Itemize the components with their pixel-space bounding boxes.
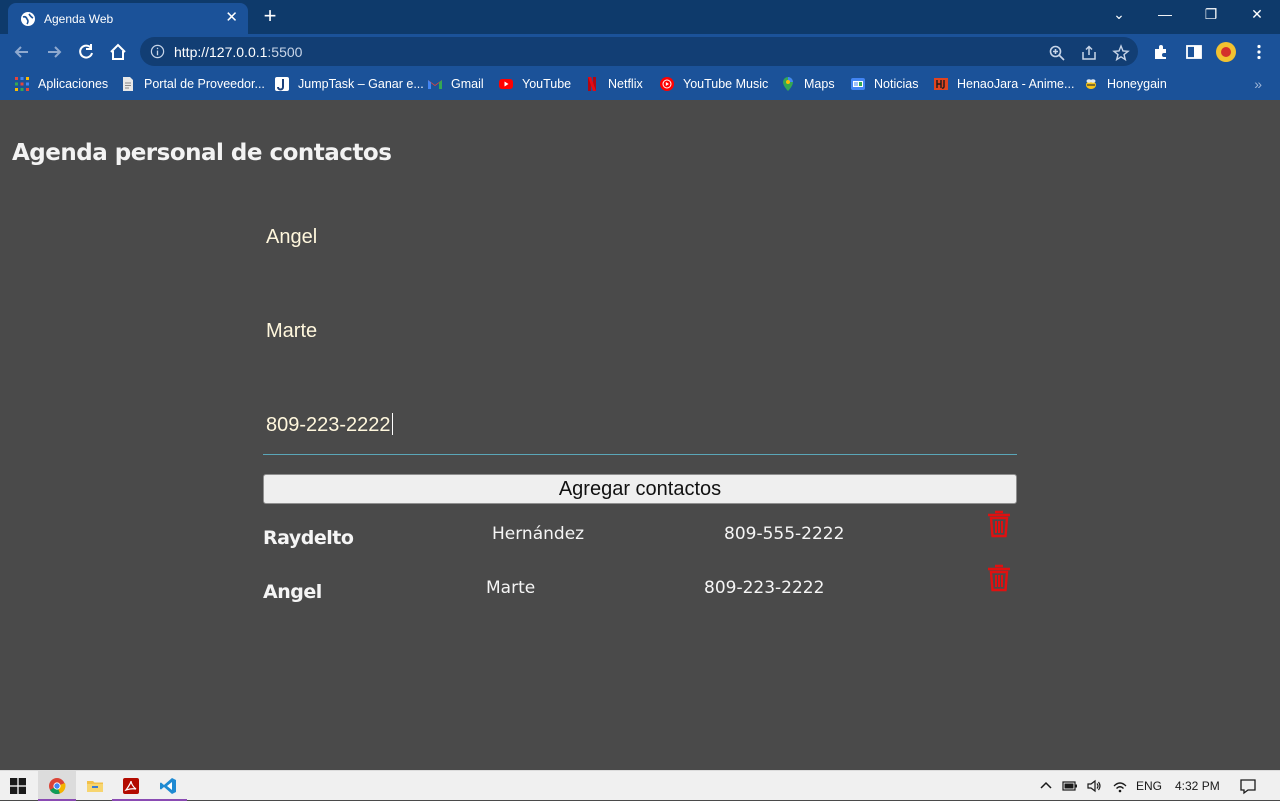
contact-first-name: Raydelto (263, 527, 354, 549)
bookmark-label: Portal de Proveedor... (144, 77, 265, 91)
url-port: :5500 (267, 44, 303, 60)
windows-taskbar: ENG 4:32 PM (0, 770, 1280, 801)
trash-icon[interactable] (986, 563, 1012, 593)
first-name-input[interactable] (263, 220, 1017, 254)
henaojara-icon (934, 78, 948, 90)
netflix-icon (588, 77, 596, 91)
bookmark-label: Maps (804, 77, 835, 91)
bookmark-label: Netflix (608, 77, 643, 91)
chrome-icon (49, 778, 66, 795)
language-indicator[interactable]: ENG (1136, 779, 1162, 793)
home-icon[interactable] (108, 42, 128, 62)
add-contact-button[interactable]: Agregar contactos (263, 474, 1017, 504)
forward-arrow-icon[interactable] (44, 42, 64, 62)
phone-input[interactable]: 809-223-2222 (263, 408, 1017, 442)
apps-grid-icon (15, 77, 29, 91)
taskbar-chrome[interactable] (38, 771, 76, 801)
bookmark-maps[interactable]: Maps (780, 76, 835, 92)
bookmark-noticias[interactable]: Noticias (850, 76, 918, 92)
notifications-icon[interactable] (1239, 777, 1257, 795)
bookmark-henaojara[interactable]: HenaoJara - Anime... (933, 76, 1074, 92)
address-bar[interactable]: http://127.0.0.1:5500 (140, 37, 1138, 66)
acrobat-pdf-icon (123, 778, 139, 794)
contact-last-name: Marte (486, 578, 536, 598)
back-arrow-icon[interactable] (12, 42, 32, 62)
page-content: Agenda personal de contactos 809-223-222… (0, 100, 1280, 770)
bookmark-aplicaciones[interactable]: Aplicaciones (14, 76, 108, 92)
battery-icon[interactable] (1062, 778, 1078, 794)
bookmark-label: Aplicaciones (38, 77, 109, 91)
bookmark-honeygain[interactable]: Honeygain (1083, 76, 1167, 92)
url-host: http://127.0.0.1 (174, 44, 268, 60)
bookmark-portal-proveedor[interactable]: Portal de Proveedor... (120, 76, 265, 92)
honeygain-icon (1086, 79, 1096, 89)
taskbar-acrobat[interactable] (112, 771, 150, 801)
contact-phone: 809-555-2222 (724, 524, 845, 544)
trash-icon[interactable] (986, 509, 1012, 539)
bookmark-star-icon[interactable] (1112, 44, 1130, 62)
phone-input-value: 809-223-2222 (266, 414, 391, 436)
globe-icon (21, 11, 35, 26)
side-panel-icon[interactable] (1185, 43, 1203, 61)
minimize-button[interactable]: — (1150, 6, 1180, 22)
bookmark-gmail[interactable]: Gmail (427, 76, 484, 92)
bookmarks-bar: Aplicaciones Portal de Proveedor... Jump… (0, 70, 1280, 100)
bookmark-youtube[interactable]: YouTube (498, 76, 571, 92)
tab-search-button[interactable]: ⌄ (1104, 6, 1134, 23)
page-title: Agenda personal de contactos (12, 140, 392, 166)
taskbar-vscode[interactable] (149, 771, 187, 801)
restore-button[interactable]: ❐ (1196, 6, 1226, 23)
contact-phone: 809-223-2222 (704, 578, 825, 598)
jumptask-icon (275, 77, 289, 91)
document-icon (123, 77, 133, 91)
profile-avatar[interactable] (1215, 41, 1237, 63)
gmail-icon (428, 80, 442, 89)
contact-last-name: Hernández (492, 524, 585, 544)
windows-start-icon[interactable] (10, 778, 26, 794)
zoom-icon[interactable] (1048, 44, 1066, 62)
news-icon (851, 78, 865, 90)
clock[interactable]: 4:32 PM (1175, 779, 1220, 793)
new-tab-button[interactable]: + (258, 5, 282, 27)
browser-tabstrip: Agenda Web ✕ + ⌄ — ❐ ✕ (0, 0, 1280, 34)
site-info-icon[interactable] (150, 44, 165, 59)
contact-first-name: Angel (263, 581, 322, 603)
text-caret (391, 413, 393, 435)
wifi-icon[interactable] (1112, 778, 1128, 794)
bookmark-netflix[interactable]: Netflix (584, 76, 643, 92)
browser-toolbar: http://127.0.0.1:5500 (0, 34, 1280, 70)
taskbar-file-explorer[interactable] (76, 771, 114, 801)
youtube-icon (499, 79, 513, 89)
bookmark-label: Noticias (874, 77, 919, 91)
url-text: http://127.0.0.1:5500 (174, 44, 302, 60)
share-icon[interactable] (1080, 44, 1098, 62)
maps-icon (783, 77, 793, 91)
speaker-icon[interactable] (1086, 778, 1102, 794)
bookmark-label: Honeygain (1107, 77, 1167, 91)
bookmark-label: YouTube Music (683, 77, 769, 91)
menu-kebab-icon[interactable] (1250, 43, 1268, 61)
last-name-input[interactable] (263, 314, 1017, 348)
bookmark-label: JumpTask – Ganar e... (298, 77, 424, 91)
bookmarks-overflow-button[interactable]: » (1254, 76, 1262, 92)
bookmark-jumptask[interactable]: JumpTask – Ganar e... (274, 76, 424, 92)
chevron-up-icon[interactable] (1038, 778, 1054, 794)
youtube-music-icon (660, 77, 674, 91)
bookmark-label: HenaoJara - Anime... (957, 77, 1075, 91)
input-focus-underline (263, 454, 1017, 455)
vscode-icon (160, 778, 176, 794)
reload-icon[interactable] (76, 42, 96, 62)
bookmark-youtube-music[interactable]: YouTube Music (659, 76, 768, 92)
folder-icon (87, 781, 103, 792)
tab-agenda-web[interactable]: Agenda Web ✕ (8, 3, 248, 34)
tab-close-button[interactable]: ✕ (225, 10, 238, 26)
extensions-puzzle-icon[interactable] (1152, 43, 1170, 61)
tab-title: Agenda Web (44, 11, 114, 26)
bookmark-label: YouTube (522, 77, 572, 91)
close-window-button[interactable]: ✕ (1242, 6, 1272, 23)
bookmark-label: Gmail (451, 77, 484, 91)
